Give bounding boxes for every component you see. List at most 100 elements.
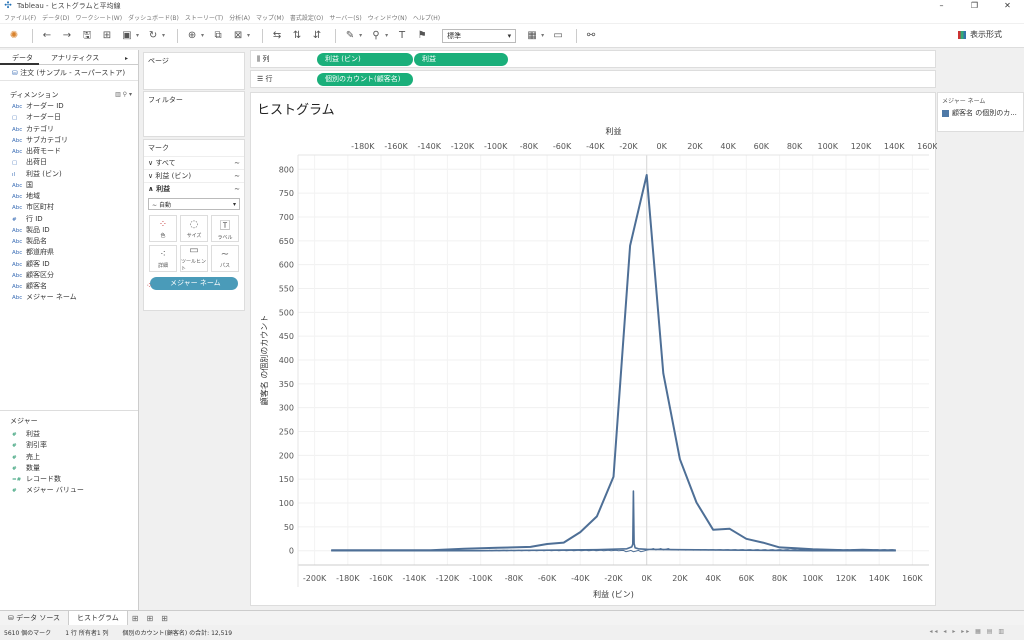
dropdown-icon[interactable]: ▾ (136, 32, 139, 39)
dimension-field[interactable]: Abc 顧客名 (0, 281, 138, 292)
tableau-home-icon[interactable]: ✺ (6, 28, 22, 44)
menu-analysis[interactable]: 分析(A) (229, 13, 250, 22)
dimension-field[interactable]: Abc サブカテゴリ (0, 135, 138, 146)
measure-field[interactable]: # 割引率 (0, 440, 138, 451)
new-worksheet-icon[interactable]: ⊕ (184, 28, 200, 44)
measure-field[interactable]: =# レコード数 (0, 474, 138, 485)
menu-server[interactable]: サーバー(S) (329, 13, 361, 22)
rows-shelf[interactable]: ☰ 行 個別のカウント(顧客名) (250, 70, 936, 88)
swap-icon[interactable]: ⇆ (269, 28, 285, 44)
datasource-item[interactable]: ⛁ 注文 (サンプル - スーパーストア) (0, 65, 138, 81)
fix-axes-icon[interactable]: ⚑ (414, 28, 430, 44)
dimension-field[interactable]: Abc メジャー ネーム (0, 292, 138, 303)
view-options-icon[interactable]: ▥ ⚲ ▾ (115, 89, 132, 101)
dimension-field[interactable]: ▢ 出荷日 (0, 157, 138, 168)
menu-worksheet[interactable]: ワークシート(W) (75, 13, 122, 22)
measure-field[interactable]: # 売上 (0, 452, 138, 463)
dropdown-icon[interactable]: ▾ (247, 32, 250, 39)
marks-row-profit-bin[interactable]: ∨ 利益 (ビン) ∼ (144, 169, 244, 182)
new-datasource-icon[interactable]: ⊞ (99, 28, 115, 44)
columns-pill-profit-bin[interactable]: 利益 (ビン) (317, 52, 413, 66)
new-story-icon[interactable]: ⊞ (161, 614, 168, 623)
mark-type-dropdown[interactable]: ∼ 自動 ▾ (148, 198, 240, 210)
share-icon[interactable]: ⚯ (583, 28, 599, 44)
sort-ascending-icon[interactable]: ⇅ (289, 28, 305, 44)
pages-card[interactable]: ページ (143, 52, 245, 90)
dropdown-icon[interactable]: ▾ (359, 32, 362, 39)
measure-field[interactable]: # 数量 (0, 463, 138, 474)
dropdown-icon[interactable]: ▾ (162, 32, 165, 39)
measure-names-pill[interactable]: ⁘ メジャー ネーム (146, 277, 238, 290)
menu-map[interactable]: マップ(M) (256, 13, 284, 22)
highlight-icon[interactable]: ✎ (342, 28, 358, 44)
path-button[interactable]: ∼ パス (211, 245, 239, 272)
columns-shelf[interactable]: ⫼ 列 利益 (ビン) 利益 (250, 50, 936, 68)
menu-help[interactable]: ヘルプ(H) (413, 13, 440, 22)
maximize-icon[interactable]: ❐ (958, 0, 991, 12)
dimension-field[interactable]: ıl 利益 (ビン) (0, 169, 138, 180)
tab-histogram[interactable]: ヒストグラム (67, 610, 128, 626)
dimension-field[interactable]: Abc 製品 ID (0, 225, 138, 236)
new-worksheet-icon[interactable]: ⊞ (132, 614, 139, 623)
save-icon[interactable]: 🖫 (79, 28, 95, 44)
filters-card[interactable]: フィルター (143, 91, 245, 137)
minimize-icon[interactable]: – (925, 0, 958, 12)
dropdown-icon[interactable]: ▾ (541, 32, 544, 39)
columns-pill-profit[interactable]: 利益 (414, 52, 508, 66)
tab-data[interactable]: データ (0, 50, 39, 65)
pause-updates-icon[interactable]: ▣ (119, 28, 135, 44)
dimension-field[interactable]: ▢ オーダー日 (0, 112, 138, 123)
dimension-field[interactable]: # 行 ID (0, 214, 138, 225)
duplicate-icon[interactable]: ⧉ (210, 28, 226, 44)
dimension-field[interactable]: Abc 顧客区分 (0, 270, 138, 281)
measure-field[interactable]: # 利益 (0, 429, 138, 440)
field-label: メジャー バリュー (26, 486, 84, 495)
size-button[interactable]: ◌ サイズ (180, 215, 208, 242)
undo-icon[interactable]: ← (39, 28, 55, 44)
dropdown-icon[interactable]: ▾ (201, 32, 204, 39)
dimension-field[interactable]: Abc 地域 (0, 191, 138, 202)
refresh-icon[interactable]: ↻ (145, 28, 161, 44)
menu-file[interactable]: ファイル(F) (4, 13, 36, 22)
presentation-icon[interactable]: ▭ (550, 28, 566, 44)
dropdown-icon[interactable]: ▾ (385, 32, 388, 39)
show-cards-icon[interactable]: ▦ (524, 28, 540, 44)
tab-datasource[interactable]: ⛁ データ ソース (0, 611, 68, 626)
group-icon[interactable]: ⚲ (368, 28, 384, 44)
show-me-button[interactable]: 表示形式 (958, 29, 1002, 40)
rows-pill-distinct-count[interactable]: 個別のカウント(顧客名) (317, 72, 413, 86)
dimension-field[interactable]: Abc 出荷モード (0, 146, 138, 157)
label-button[interactable]: 🅃 ラベル (211, 215, 239, 242)
measure-field[interactable]: # メジャー バリュー (0, 485, 138, 496)
menu-data[interactable]: データ(D) (42, 13, 69, 22)
marks-row-all[interactable]: ∨ すべて ∼ (144, 156, 244, 169)
show-labels-icon[interactable]: T (394, 28, 410, 44)
tab-analytics[interactable]: アナリティクス (39, 50, 105, 65)
dimension-field[interactable]: Abc 市区町村 (0, 202, 138, 213)
menu-bar: ファイル(F) データ(D) ワークシート(W) ダッシュボード(B) ストーリ… (0, 12, 1024, 23)
dimension-field[interactable]: Abc 国 (0, 180, 138, 191)
clear-sheet-icon[interactable]: ⊠ (230, 28, 246, 44)
menu-format[interactable]: 書式設定(O) (290, 13, 323, 22)
sort-descending-icon[interactable]: ⇵ (309, 28, 325, 44)
dimension-field[interactable]: Abc 都道府県 (0, 247, 138, 258)
detail-button[interactable]: ⁖ 詳細 (149, 245, 177, 272)
redo-icon[interactable]: → (59, 28, 75, 44)
menu-window[interactable]: ウィンドウ(N) (368, 13, 407, 22)
marks-row-profit[interactable]: ∧ 利益 ∼ (144, 182, 244, 195)
panel-menu-icon[interactable]: ▸ (113, 52, 134, 67)
dimension-field[interactable]: Abc 顧客 ID (0, 259, 138, 270)
menu-dashboard[interactable]: ダッシュボード(B) (128, 13, 179, 22)
color-button[interactable]: ⁘ 色 (149, 215, 177, 242)
dimension-field[interactable]: Abc 製品名 (0, 236, 138, 247)
close-icon[interactable]: ✕ (991, 0, 1024, 12)
dimension-field[interactable]: Abc オーダー ID (0, 101, 138, 112)
fit-dropdown[interactable]: 標準 ▾ (442, 28, 517, 43)
menu-story[interactable]: ストーリー(T) (185, 13, 223, 22)
dimension-field[interactable]: Abc カテゴリ (0, 124, 138, 135)
new-dashboard-icon[interactable]: ⊞ (146, 614, 153, 623)
legend-item[interactable]: 顧客名 の個別のカ... (938, 108, 1023, 118)
tooltip-button[interactable]: ▭ ツールヒント (180, 245, 208, 272)
sheet-navigation-icons[interactable]: ◂◂ ◂ ▸ ▸▸ ▦ ▤ ▥ (929, 628, 1006, 635)
histogram-chart[interactable]: 0 50 100 150 200 250 300 350 400 450 500 550 600 650 7… (251, 93, 937, 607)
